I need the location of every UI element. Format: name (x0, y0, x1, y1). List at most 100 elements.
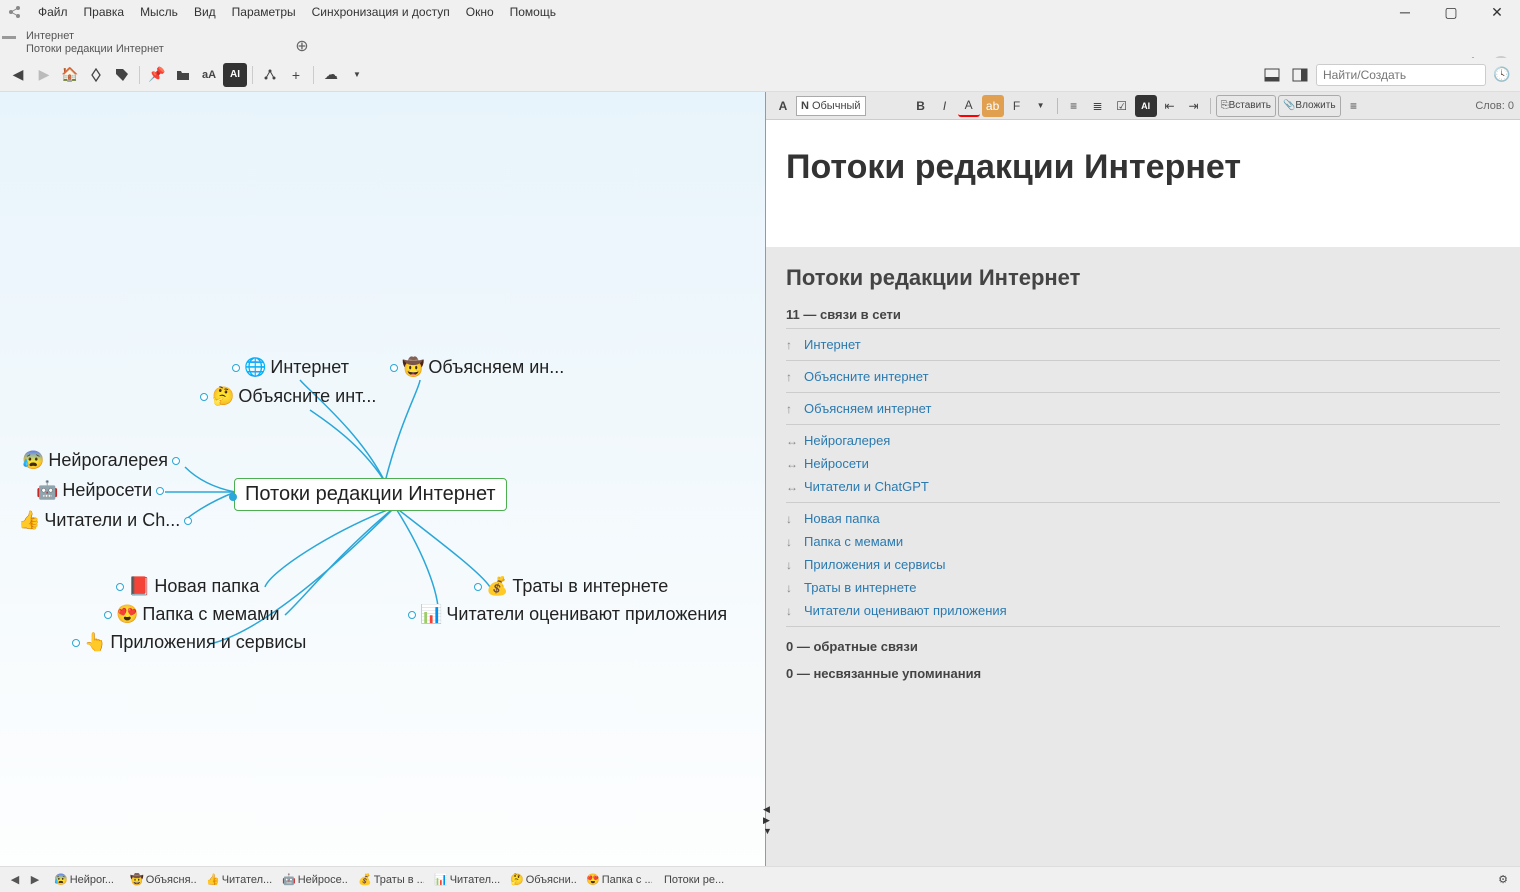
style-select[interactable]: NОбычный (796, 96, 866, 116)
menu-thought[interactable]: Мысль (132, 2, 186, 22)
pin-icon[interactable]: 📌 (145, 63, 169, 87)
italic-icon[interactable]: I (934, 95, 956, 117)
highlight-icon[interactable]: ab (982, 95, 1004, 117)
menu-edit[interactable]: Правка (76, 2, 133, 22)
history-crumb[interactable]: 💰Траты в ... (352, 873, 424, 886)
node-child-rate[interactable]: 📊Читатели оценивают приложения (408, 604, 727, 625)
links-count: 11 — связи в сети (786, 307, 1500, 322)
font-family-icon[interactable]: F (1006, 95, 1028, 117)
notes-pane: ◀▶▼ A NОбычный B I A ab F ▼ ≡ ≣ ☑ AI ⇤ ⇥… (765, 92, 1520, 866)
history-crumb[interactable]: 🤖Нейросе... (276, 873, 348, 886)
link-jump[interactable]: ↔Читатели и ChatGPT (786, 475, 1500, 498)
link-child[interactable]: ↓Траты в интернете (786, 576, 1500, 599)
indent-icon[interactable]: ⇥ (1183, 95, 1205, 117)
plex-canvas[interactable]: 🌐Интернет 🤠Объясняем ин... 🤔Объясните ин… (0, 92, 765, 866)
link-parent[interactable]: ↑Объясняем интернет (786, 397, 1500, 420)
format-toolbar: A NОбычный B I A ab F ▼ ≡ ≣ ☑ AI ⇤ ⇥ ⎘ В… (766, 92, 1520, 120)
doc-heading: Потоки редакции Интернет (786, 265, 1500, 291)
hist-fwd-icon[interactable]: ▶ (26, 871, 44, 889)
splitter-handles[interactable]: ◀▶▼ (763, 804, 772, 836)
menu-options[interactable]: Параметры (224, 2, 304, 22)
cloud-icon[interactable]: ☁ (319, 63, 343, 87)
link-child[interactable]: ↓Приложения и сервисы (786, 553, 1500, 576)
attach-button[interactable]: 📎 Вложить (1278, 95, 1341, 117)
menu-file[interactable]: Файл (30, 2, 76, 22)
history-crumb[interactable]: 👍Читател... (200, 873, 272, 886)
font-dropdown-icon[interactable]: ▼ (1030, 95, 1052, 117)
list-ol-icon[interactable]: ≣ (1087, 95, 1109, 117)
history-bar: ◀ ▶ 😰Нейрог... 🤠Объясня... 👍Читател... 🤖… (0, 866, 1520, 892)
node-child-folder[interactable]: 📕Новая папка (116, 576, 259, 597)
layout-side-icon[interactable] (1288, 63, 1312, 87)
history-crumb[interactable]: 😰Нейрог... (48, 873, 120, 886)
node-jump-readers[interactable]: 👍Читатели и Ch... (18, 510, 192, 531)
outdent-icon[interactable]: ⇤ (1159, 95, 1181, 117)
window-minimize[interactable]: ─ (1382, 0, 1428, 24)
link-jump[interactable]: ↔Нейросети (786, 452, 1500, 475)
tab-icon (2, 36, 16, 39)
link-child[interactable]: ↓Читатели оценивают приложения (786, 599, 1500, 622)
doc-body[interactable]: Потоки редакции Интернет 11 — связи в се… (766, 247, 1520, 866)
node-parent-internet[interactable]: 🌐Интернет (232, 357, 349, 378)
home-icon[interactable]: 🏠 (58, 63, 82, 87)
history-crumb[interactable]: 🤔Объясни... (504, 873, 576, 886)
nav-forward-icon[interactable]: ▶ (32, 63, 56, 87)
window-close[interactable]: ✕ (1474, 0, 1520, 24)
history-crumb[interactable]: Потоки ре... (656, 874, 728, 886)
link-child[interactable]: ↓Новая папка (786, 507, 1500, 530)
node-jump-ai[interactable]: 🤖Нейросети (36, 480, 164, 501)
folder-icon[interactable] (171, 63, 195, 87)
history-crumb[interactable]: 🤠Объясня... (124, 873, 196, 886)
main-toolbar: ◀ ▶ 🏠 📌 aA AI + ☁ ▼ 🕓 (0, 58, 1520, 92)
link-parent[interactable]: ↑Интернет (786, 333, 1500, 356)
doc-title[interactable]: Потоки редакции Интернет (766, 120, 1520, 247)
insert-button[interactable]: ⎘ Вставить (1216, 95, 1276, 117)
new-tab-button[interactable]: ⊕ (290, 34, 314, 58)
clock-icon[interactable]: 🕓 (1490, 63, 1514, 87)
layout-bottom-icon[interactable] (1260, 63, 1284, 87)
mentions-count: 0 — несвязанные упоминания (786, 666, 1500, 681)
window-maximize[interactable]: ▢ (1428, 0, 1474, 24)
checklist-icon[interactable]: ☑ (1111, 95, 1133, 117)
menu-bar: Файл Правка Мысль Вид Параметры Синхрони… (0, 0, 1520, 24)
menu-view[interactable]: Вид (186, 2, 224, 22)
link-parent[interactable]: ↑Объясните интернет (786, 365, 1500, 388)
search-input[interactable] (1316, 64, 1486, 86)
ai-icon[interactable]: AI (223, 63, 247, 87)
node-center[interactable]: Потоки редакции Интернет (234, 478, 507, 511)
menu-help[interactable]: Помощь (502, 2, 564, 22)
nav-back-icon[interactable]: ◀ (6, 63, 30, 87)
wander-icon[interactable] (84, 63, 108, 87)
menu-sync[interactable]: Синхронизация и доступ (304, 2, 458, 22)
tab-active[interactable]: Интернет Потоки редакции Интернет (4, 28, 284, 58)
history-settings-icon[interactable]: ⚙ (1492, 873, 1514, 886)
graph-mode-icon[interactable] (258, 63, 282, 87)
node-child-apps[interactable]: 👆Приложения и сервисы (72, 632, 306, 653)
word-count: Слов: 0 (1475, 100, 1514, 112)
menu-window[interactable]: Окно (458, 2, 502, 22)
dropdown-icon[interactable]: ▼ (345, 63, 369, 87)
node-parent-explain2[interactable]: 🤠Объясняем ин... (390, 357, 564, 378)
history-crumb[interactable]: 📊Читател... (428, 873, 500, 886)
color-icon[interactable]: A (958, 95, 980, 117)
backlinks-count: 0 — обратные связи (786, 639, 1500, 654)
link-child[interactable]: ↓Папка с мемами (786, 530, 1500, 553)
node-parent-explain1[interactable]: 🤔Объясните инт... (200, 386, 376, 407)
node-child-memes[interactable]: 😍Папка с мемами (104, 604, 280, 625)
node-jump-gallery[interactable]: 😰Нейрогалерея (22, 450, 180, 471)
tab-title-1: Интернет (26, 30, 274, 43)
font-icon[interactable]: A (772, 95, 794, 117)
history-crumb[interactable]: 😍Папка с ... (580, 873, 652, 886)
more-icon[interactable]: ≡ (1343, 95, 1365, 117)
tab-bar: Интернет Потоки редакции Интернет ⊕ (0, 24, 1520, 58)
node-child-spend[interactable]: 💰Траты в интернете (474, 576, 668, 597)
ai-notes-icon[interactable]: AI (1135, 95, 1157, 117)
link-jump[interactable]: ↔Нейрогалерея (786, 429, 1500, 452)
font-size-icon[interactable]: aA (197, 63, 221, 87)
list-ul-icon[interactable]: ≡ (1063, 95, 1085, 117)
app-logo-icon (6, 3, 24, 21)
bold-icon[interactable]: B (910, 95, 932, 117)
add-icon[interactable]: + (284, 63, 308, 87)
tag-icon[interactable] (110, 63, 134, 87)
hist-back-icon[interactable]: ◀ (6, 871, 24, 889)
